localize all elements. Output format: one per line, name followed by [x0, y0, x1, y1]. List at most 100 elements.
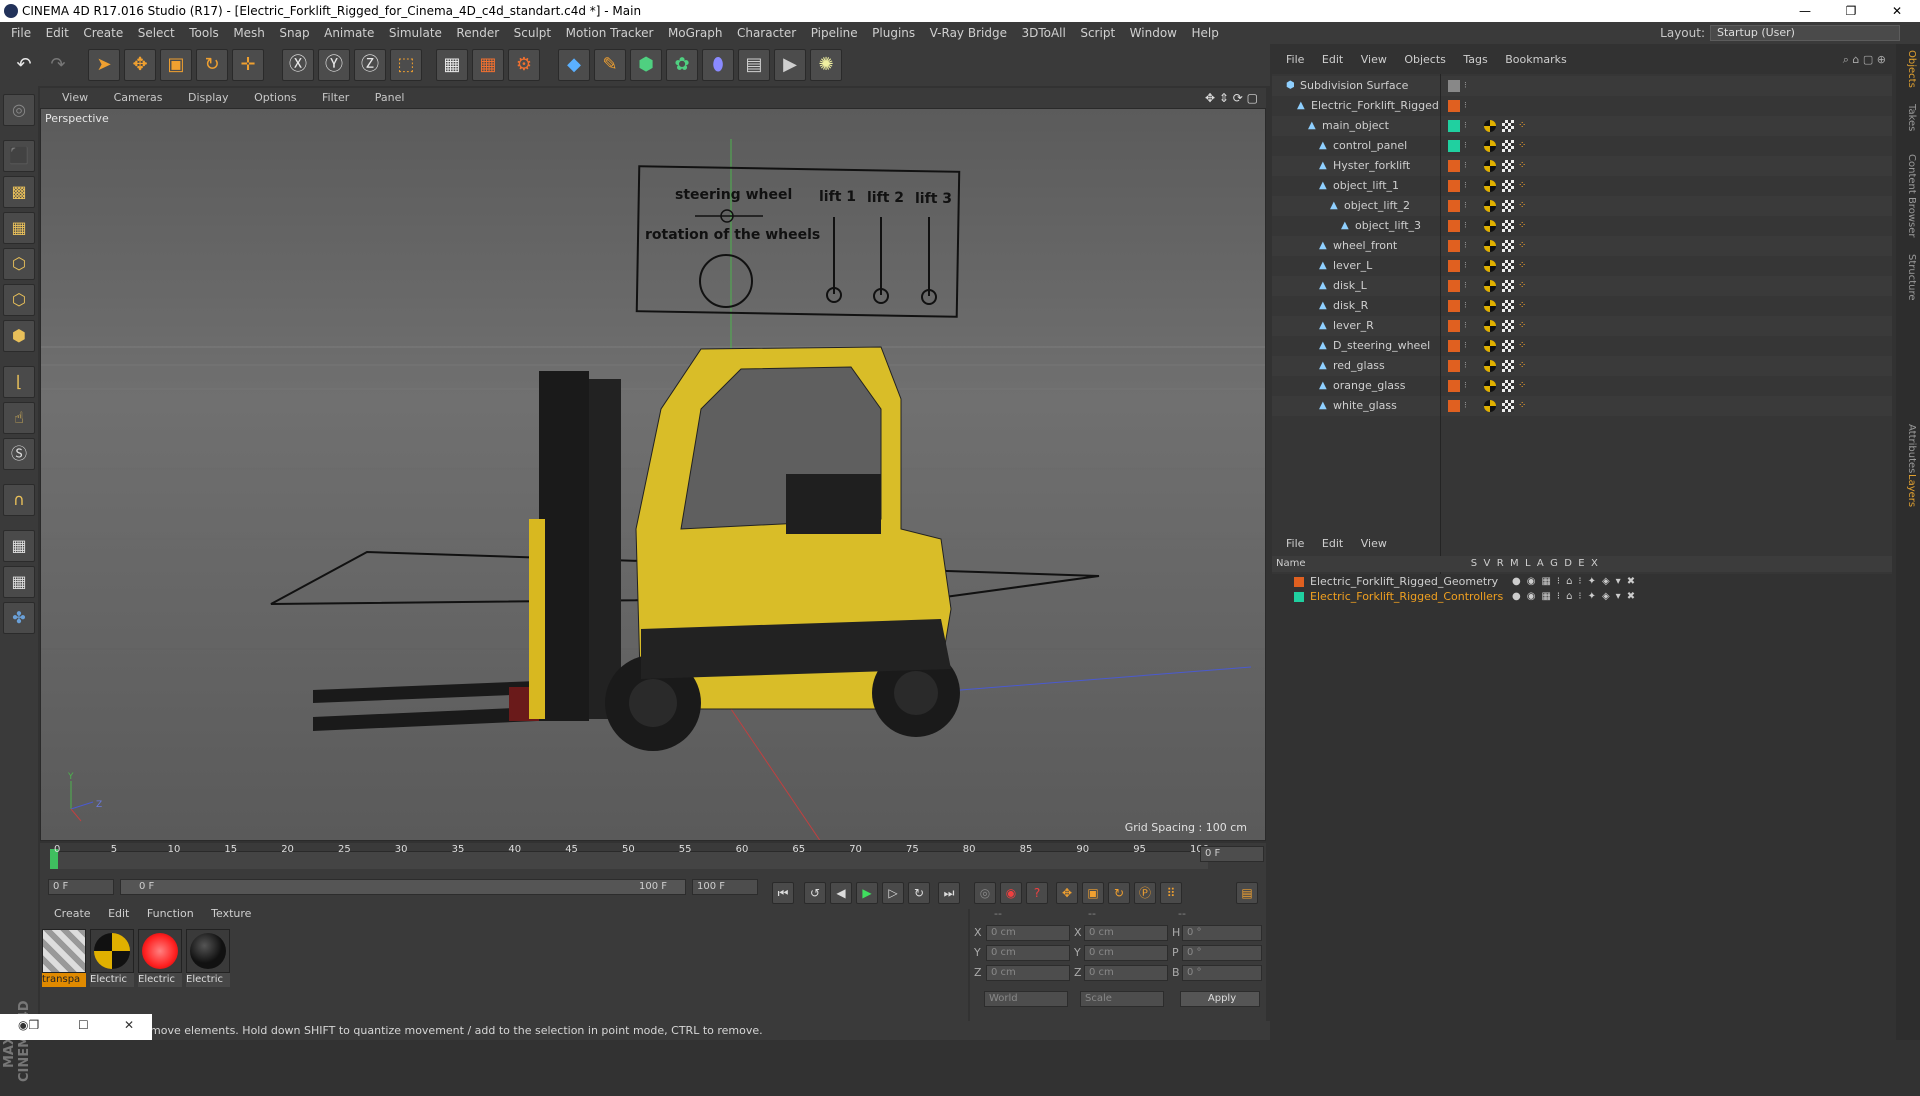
menu-help[interactable]: Help [1191, 26, 1218, 40]
layer-color-swatch[interactable] [1448, 180, 1460, 192]
object-row[interactable]: ▲ lever_L ⁝ ⁘ [1272, 256, 1892, 276]
xpresso-tag-icon[interactable]: ⁘ [1518, 296, 1526, 316]
material-tag-icon[interactable] [1484, 300, 1496, 312]
object-name[interactable]: control_panel [1333, 136, 1407, 156]
object-name[interactable]: D_steering_wheel [1333, 336, 1430, 356]
timeline-window-icon[interactable]: ▤ [1236, 882, 1258, 904]
texture-tag-icon[interactable] [1502, 340, 1514, 352]
layer-color-swatch[interactable] [1448, 240, 1460, 252]
minimize-button[interactable]: — [1782, 0, 1828, 22]
object-name[interactable]: Electric_Forklift_Rigged [1311, 96, 1439, 116]
object-name[interactable]: wheel_front [1333, 236, 1397, 256]
xpresso-tag-icon[interactable]: ⁘ [1518, 316, 1526, 336]
texture-tag-icon[interactable] [1502, 280, 1514, 292]
side-tab[interactable]: Takes [1899, 104, 1917, 131]
obj-menu-file[interactable]: File [1286, 53, 1304, 66]
viewport-menu-panel[interactable]: Panel [375, 91, 405, 104]
layer-name[interactable]: Electric_Forklift_Rigged_Geometry [1310, 574, 1498, 589]
visibility-dots-icon[interactable]: ⁝ [1464, 136, 1467, 156]
scale-icon[interactable]: ▣ [160, 49, 192, 81]
xpresso-tag-icon[interactable]: ⁘ [1518, 196, 1526, 216]
object-name[interactable]: disk_L [1333, 276, 1367, 296]
menu-character[interactable]: Character [737, 26, 796, 40]
menu-plugins[interactable]: Plugins [872, 26, 915, 40]
xpresso-tag-icon[interactable]: ⁘ [1518, 356, 1526, 376]
menu-select[interactable]: Select [138, 26, 175, 40]
hud-rotation-of-wheels[interactable]: rotation of the wheels [645, 227, 820, 243]
goto-start-icon[interactable]: ⏮ [772, 882, 794, 904]
viewport-menu-filter[interactable]: Filter [322, 91, 349, 104]
menu-window[interactable]: Window [1130, 26, 1177, 40]
xpresso-tag-icon[interactable]: ⁘ [1518, 336, 1526, 356]
texture-tag-icon[interactable] [1502, 120, 1514, 132]
undo-icon[interactable]: ↶ [8, 49, 40, 81]
menu-sculpt[interactable]: Sculpt [514, 26, 551, 40]
object-name[interactable]: orange_glass [1333, 376, 1405, 396]
object-row[interactable]: ▲ Electric_Forklift_Rigged ⁝ [1272, 96, 1892, 116]
viewport-menu-options[interactable]: Options [254, 91, 296, 104]
key-parameter-icon[interactable]: Ⓟ [1134, 882, 1156, 904]
layer-color-swatch[interactable] [1448, 220, 1460, 232]
maximize-button[interactable]: ❐ [1828, 0, 1874, 22]
coordinate-system-icon[interactable]: ⬚ [390, 49, 422, 81]
goto-end-icon[interactable]: ⏭ [938, 882, 960, 904]
key-position-icon[interactable]: ✥ [1056, 882, 1078, 904]
pen-icon[interactable]: ✎ [594, 49, 626, 81]
side-tab[interactable]: Structure [1899, 254, 1917, 301]
xpresso-tag-icon[interactable]: ⁘ [1518, 276, 1526, 296]
layer-color-swatch[interactable] [1448, 140, 1460, 152]
locked-workplane-icon[interactable]: ▦ [3, 566, 35, 598]
object-name[interactable]: object_lift_2 [1344, 196, 1410, 216]
menu-mesh[interactable]: Mesh [233, 26, 265, 40]
autokey-icon[interactable]: ◉ [1000, 882, 1022, 904]
visibility-dots-icon[interactable]: ⁝ [1464, 256, 1467, 276]
menu-3dtoall[interactable]: 3DToAll [1021, 26, 1065, 40]
position-field[interactable]: 0 cm [986, 945, 1070, 961]
python-icon[interactable]: ✤ [3, 602, 35, 634]
menu-mograph[interactable]: MoGraph [668, 26, 723, 40]
object-name[interactable]: lever_L [1333, 256, 1372, 276]
layer-flags-icons[interactable]: ●◉▦⁝⌂⁝✦◈▾✖ [1512, 589, 1641, 604]
workplane-mode-icon[interactable]: ▦ [3, 212, 35, 244]
texture-tag-icon[interactable] [1502, 300, 1514, 312]
key-rotation-icon[interactable]: ↻ [1108, 882, 1130, 904]
object-row[interactable]: ▲ white_glass ⁝ ⁘ [1272, 396, 1892, 416]
z-axis-icon[interactable]: Ⓩ [354, 49, 386, 81]
visibility-dots-icon[interactable]: ⁝ [1464, 296, 1467, 316]
position-field[interactable]: 0 cm [986, 965, 1070, 981]
side-tab[interactable]: Attributes [1899, 424, 1917, 473]
rotate-icon[interactable]: ↻ [196, 49, 228, 81]
texture-tag-icon[interactable] [1502, 360, 1514, 372]
hud-steering-wheel[interactable]: steering wheel [675, 187, 792, 203]
menu-create[interactable]: Create [83, 26, 123, 40]
end-frame-field[interactable]: 100 F [692, 879, 758, 895]
texture-tag-icon[interactable] [1502, 400, 1514, 412]
layer-color-swatch[interactable] [1448, 200, 1460, 212]
object-row[interactable]: ▲ wheel_front ⁝ ⁘ [1272, 236, 1892, 256]
material-menu-edit[interactable]: Edit [108, 907, 129, 920]
workplane-icon[interactable]: ▦ [3, 530, 35, 562]
key-pla-icon[interactable]: ⠿ [1160, 882, 1182, 904]
material-tag-icon[interactable] [1484, 320, 1496, 332]
layer-name[interactable]: Electric_Forklift_Rigged_Controllers [1310, 589, 1503, 604]
layer-color-swatch[interactable] [1448, 360, 1460, 372]
xpresso-tag-icon[interactable]: ⁘ [1518, 116, 1526, 136]
obj-menu-edit[interactable]: Edit [1322, 53, 1343, 66]
size-field[interactable]: 0 cm [1084, 945, 1168, 961]
object-row[interactable]: ▲ object_lift_2 ⁝ ⁘ [1272, 196, 1892, 216]
xpresso-tag-icon[interactable]: ⁘ [1518, 256, 1526, 276]
obj-menu-bookmarks[interactable]: Bookmarks [1505, 53, 1566, 66]
3d-viewport[interactable]: Perspective Y Z steering wheel rotation … [40, 108, 1266, 841]
menu-motion-tracker[interactable]: Motion Tracker [566, 26, 654, 40]
axis-mode-icon[interactable]: ⌊ [3, 366, 35, 398]
play-icon[interactable]: ▶ [856, 882, 878, 904]
object-name[interactable]: Subdivision Surface [1300, 76, 1408, 96]
layer-color-swatch[interactable] [1448, 300, 1460, 312]
light-icon[interactable]: ✺ [810, 49, 842, 81]
layer-menu-view[interactable]: View [1361, 537, 1387, 550]
side-tab[interactable]: Content Browser [1899, 154, 1917, 237]
menu-script[interactable]: Script [1080, 26, 1115, 40]
restore-icon[interactable]: ☐ [78, 1018, 89, 1032]
xpresso-tag-icon[interactable]: ⁘ [1518, 376, 1526, 396]
next-key-icon[interactable]: ↻ [908, 882, 930, 904]
